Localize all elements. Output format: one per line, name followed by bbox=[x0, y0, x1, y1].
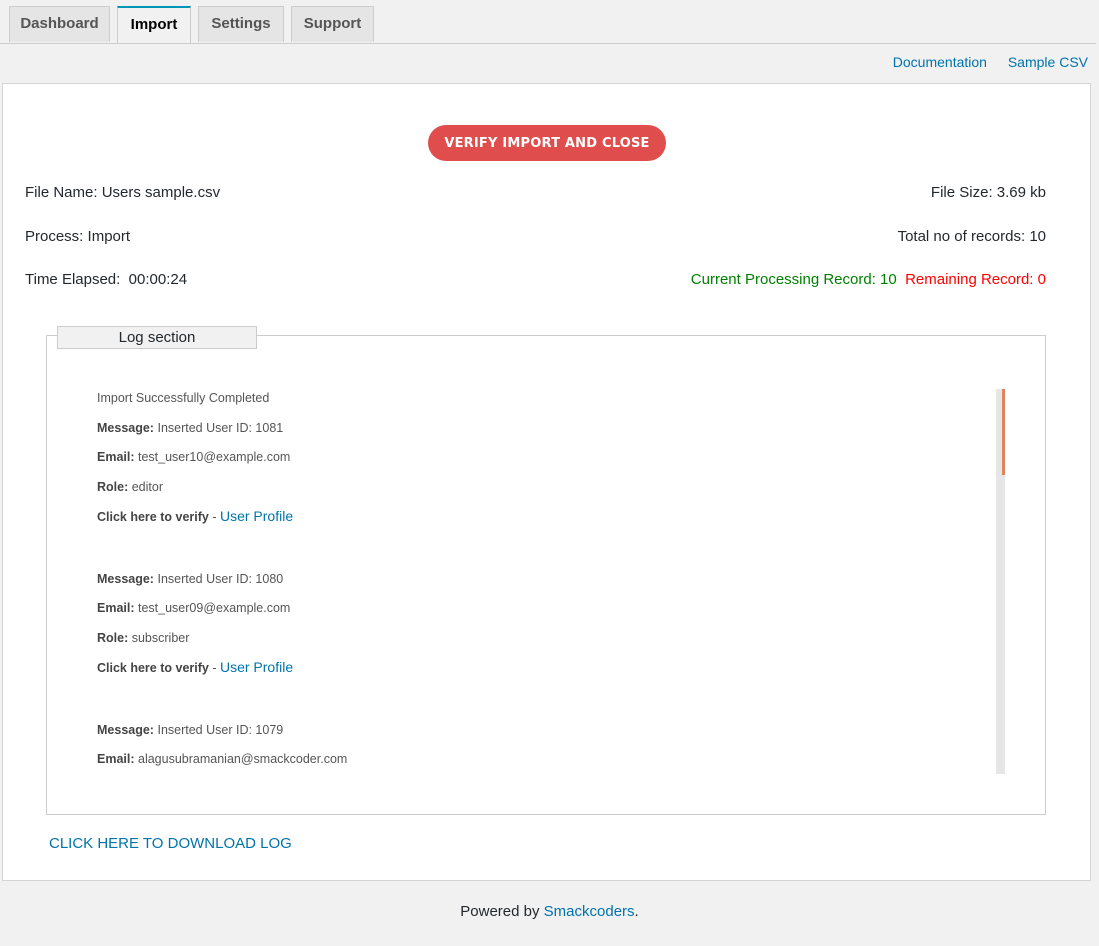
log-verify-row: Click here to verify - User Profile bbox=[97, 508, 293, 524]
file-name-label: File Name: bbox=[25, 184, 98, 201]
process-label: Process: bbox=[25, 228, 84, 245]
sample-csv-link[interactable]: Sample CSV bbox=[1008, 54, 1088, 70]
download-log-link[interactable]: CLICK HERE TO DOWNLOAD LOG bbox=[49, 835, 292, 852]
smackcoders-link[interactable]: Smackcoders bbox=[544, 903, 635, 920]
log-section: Log section Import Successfully Complete… bbox=[46, 326, 1046, 815]
log-status: Import Successfully Completed bbox=[97, 391, 270, 405]
file-size-label: File Size: bbox=[930, 184, 993, 201]
top-links: Documentation Sample CSV bbox=[876, 54, 1088, 70]
email-label: Email: bbox=[97, 450, 135, 464]
tab-import[interactable]: Import bbox=[117, 6, 191, 43]
message-label: Message: bbox=[97, 572, 154, 586]
time-elapsed-row: Time Elapsed: 00:00:24 bbox=[25, 271, 187, 288]
file-name-row: File Name: Users sample.csv bbox=[25, 184, 220, 201]
message-value: Inserted User ID: 1080 bbox=[157, 572, 284, 586]
time-elapsed-label: Time Elapsed: bbox=[25, 271, 121, 288]
remaining-record-value: 0 bbox=[1037, 271, 1046, 288]
role-value: subscriber bbox=[131, 631, 190, 645]
message-value: Inserted User ID: 1079 bbox=[157, 723, 284, 737]
time-elapsed-value: 00:00:24 bbox=[128, 271, 188, 288]
verify-label: Click here to verify bbox=[97, 661, 209, 675]
log-role-row: Role: editor bbox=[97, 480, 163, 494]
total-records-label: Total no of records: bbox=[897, 228, 1026, 245]
verify-label: Click here to verify bbox=[97, 510, 209, 524]
log-message-row: Message: Inserted User ID: 1080 bbox=[97, 572, 283, 586]
log-email-row: Email: test_user10@example.com bbox=[97, 450, 290, 464]
log-section-legend: Log section bbox=[57, 326, 257, 349]
nav-tabs: Dashboard Import Settings Support bbox=[0, 0, 1096, 44]
import-result-panel: VERIFY IMPORT AND CLOSE File Name: Users… bbox=[2, 83, 1091, 881]
email-value: alagusubramanian@smackcoder.com bbox=[138, 752, 348, 766]
email-value: test_user10@example.com bbox=[138, 450, 291, 464]
log-message-row: Message: Inserted User ID: 1081 bbox=[97, 421, 283, 435]
log-verify-row: Click here to verify - User Profile bbox=[97, 659, 293, 675]
file-size-value: 3.69 kb bbox=[996, 184, 1046, 201]
file-size-row: File Size: 3.69 kb bbox=[931, 184, 1046, 201]
footer: Powered by Smackcoders. bbox=[0, 903, 1099, 920]
user-profile-link[interactable]: User Profile bbox=[220, 508, 293, 524]
role-value: editor bbox=[131, 480, 164, 494]
current-record-label: Current Processing Record: bbox=[690, 271, 876, 288]
total-records-value: 10 bbox=[1029, 228, 1046, 245]
processing-status-row: Current Processing Record: 10 Remaining … bbox=[691, 271, 1046, 288]
log-email-row: Email: test_user09@example.com bbox=[97, 601, 290, 615]
message-value: Inserted User ID: 1081 bbox=[157, 421, 284, 435]
log-role-row: Role: subscriber bbox=[97, 631, 189, 645]
total-records-row: Total no of records: 10 bbox=[898, 228, 1046, 245]
verify-separator: - bbox=[208, 510, 220, 524]
remaining-record-label: Remaining Record: bbox=[905, 271, 1034, 288]
verify-separator: - bbox=[208, 661, 220, 675]
documentation-link[interactable]: Documentation bbox=[893, 54, 987, 70]
tab-dashboard[interactable]: Dashboard bbox=[9, 6, 110, 42]
email-label: Email: bbox=[97, 752, 135, 766]
role-label: Role: bbox=[97, 631, 129, 645]
log-message-row: Message: Inserted User ID: 1079 bbox=[97, 723, 283, 737]
file-name-value: Users sample.csv bbox=[101, 184, 221, 201]
verify-import-and-close-button[interactable]: VERIFY IMPORT AND CLOSE bbox=[428, 125, 666, 161]
user-profile-link[interactable]: User Profile bbox=[220, 659, 293, 675]
message-label: Message: bbox=[97, 723, 154, 737]
tab-settings[interactable]: Settings bbox=[198, 6, 284, 42]
footer-prefix: Powered by bbox=[460, 903, 540, 920]
process-value: Import bbox=[87, 228, 131, 245]
email-label: Email: bbox=[97, 601, 135, 615]
message-label: Message: bbox=[97, 421, 154, 435]
role-label: Role: bbox=[97, 480, 129, 494]
process-row: Process: Import bbox=[25, 228, 130, 245]
log-scroll-area[interactable]: Import Successfully Completed Message: I… bbox=[97, 386, 957, 771]
log-scrollbar-thumb[interactable] bbox=[1002, 389, 1005, 475]
email-value: test_user09@example.com bbox=[138, 601, 291, 615]
log-scrollbar[interactable] bbox=[996, 389, 1005, 774]
log-email-row: Email: alagusubramanian@smackcoder.com bbox=[97, 752, 347, 766]
tab-support[interactable]: Support bbox=[291, 6, 374, 42]
current-record-value: 10 bbox=[880, 271, 897, 288]
footer-suffix: . bbox=[634, 903, 639, 920]
